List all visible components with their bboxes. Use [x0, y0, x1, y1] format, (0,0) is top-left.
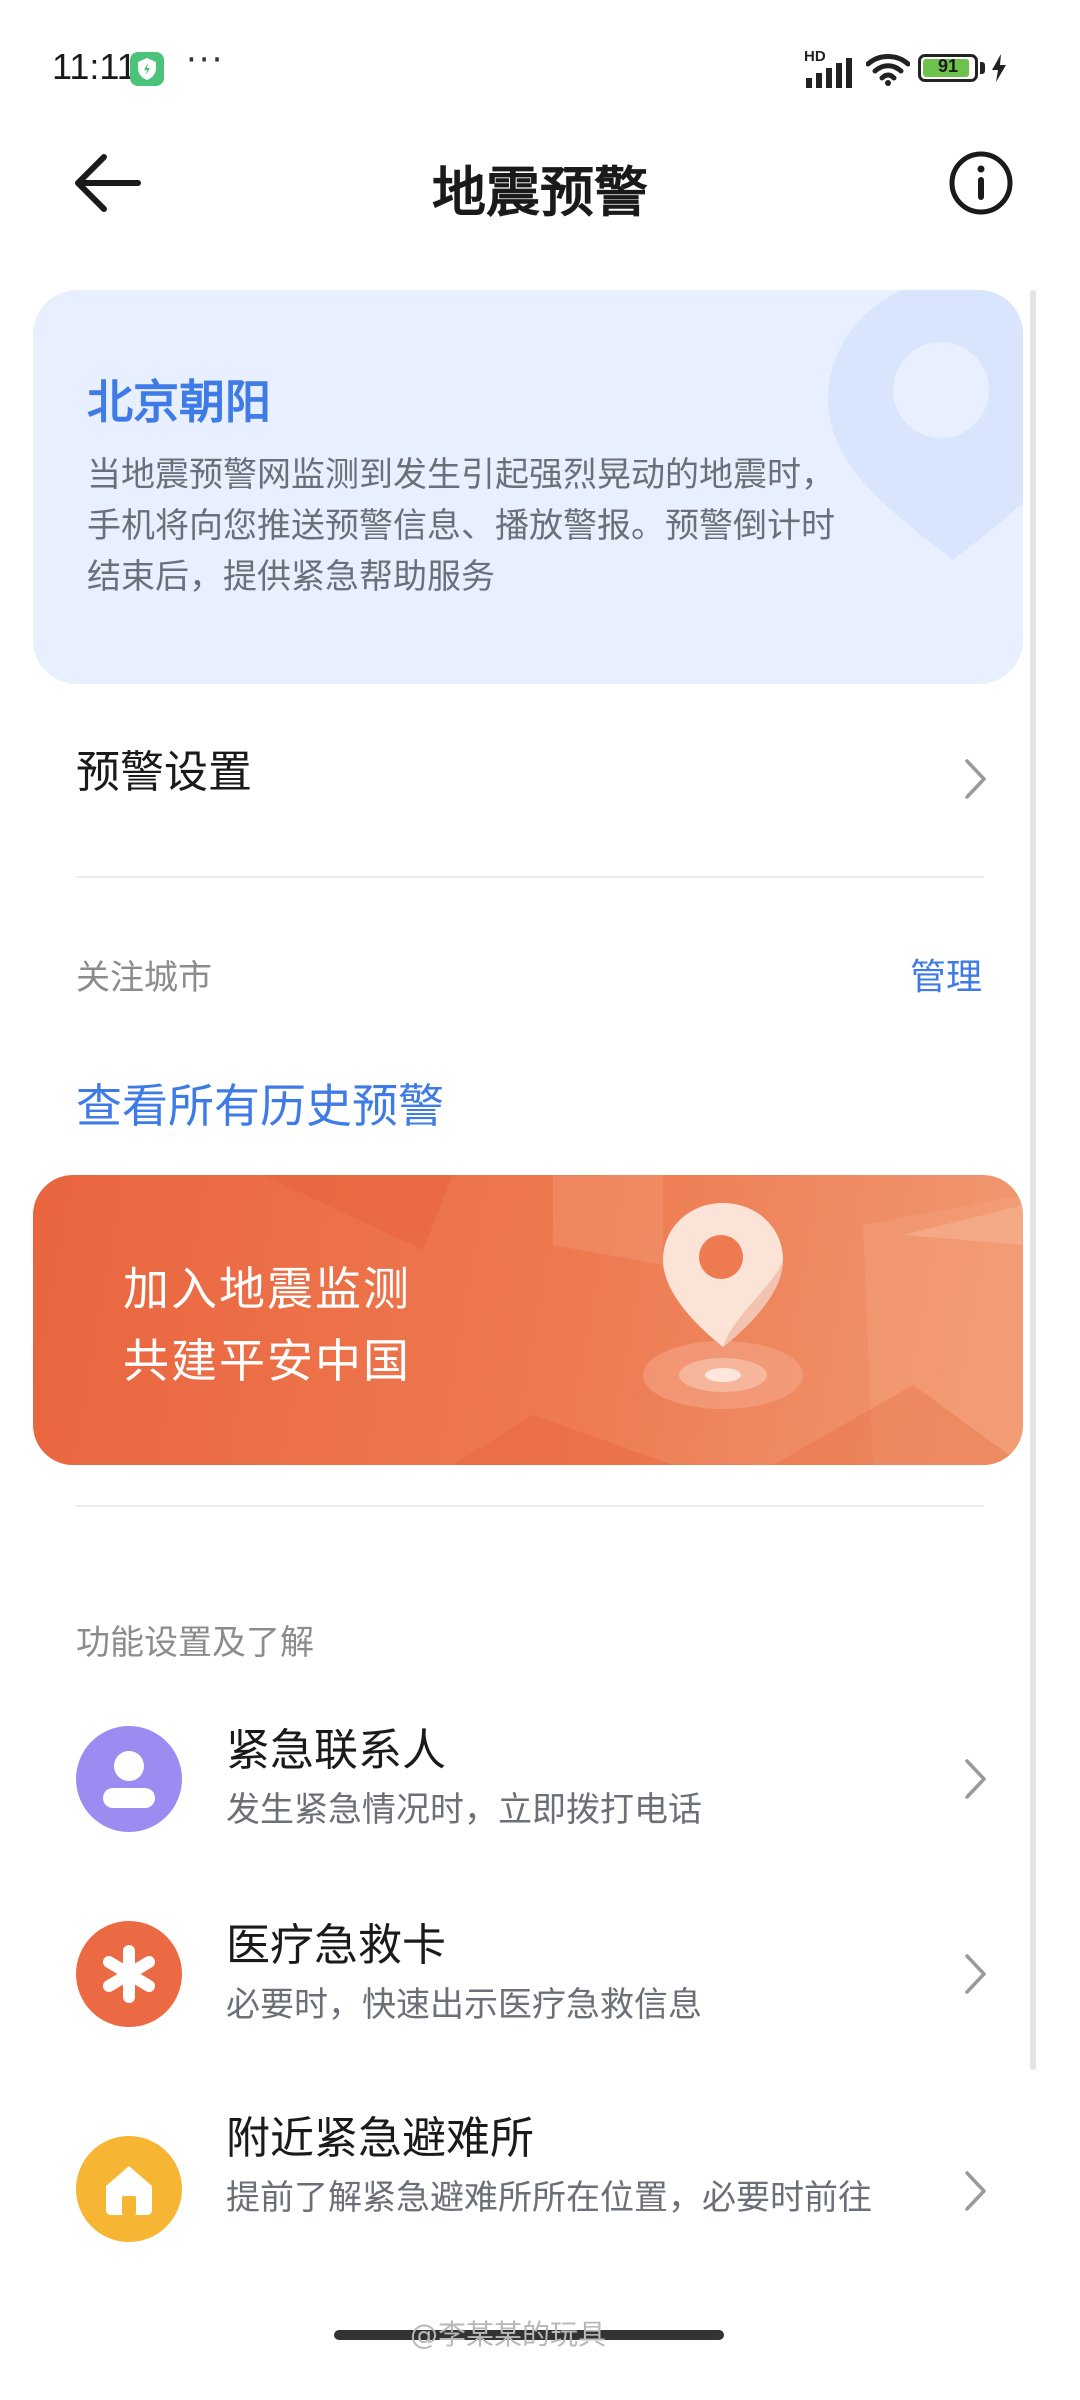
- func-title: 紧急联系人: [226, 1725, 446, 1776]
- charging-bolt-icon: [992, 54, 1006, 82]
- security-shield-icon: [130, 52, 164, 86]
- func-title: 医疗急救卡: [226, 1920, 446, 1971]
- home-icon: [76, 2136, 182, 2242]
- warning-settings-label: 预警设置: [76, 747, 252, 798]
- scrollbar[interactable]: [1030, 290, 1036, 2070]
- status-time: 11:11: [52, 46, 137, 87]
- chevron-right-icon: [965, 759, 986, 799]
- functions-section-label: 功能设置及了解: [76, 1623, 314, 1663]
- page-title: 地震预警: [432, 161, 648, 224]
- signal-icon: [806, 58, 852, 88]
- status-bar: 11:11 ··· HD 91: [0, 0, 1080, 135]
- chevron-right-icon: [965, 2171, 986, 2211]
- emergency-contact-item[interactable]: 紧急联系人 发生紧急情况时，立即拨打电话: [76, 1690, 986, 1870]
- location-name: 北京朝阳: [87, 375, 271, 429]
- asterisk-icon: [76, 1921, 182, 2027]
- emergency-shelter-item[interactable]: 附近紧急避难所 提前了解紧急避难所所在位置，必要时前往: [76, 2080, 986, 2300]
- func-title: 附近紧急避难所: [226, 2113, 534, 2164]
- manage-link[interactable]: 管理: [910, 948, 982, 1000]
- battery-level: 91: [937, 56, 959, 76]
- battery-cap: [980, 62, 985, 74]
- status-more-icon: ···: [186, 40, 225, 80]
- info-circle-icon: [949, 151, 1013, 215]
- battery-icon: 91: [918, 54, 978, 82]
- banner-decoration: [263, 1175, 1023, 1465]
- watermark: @李某某的玩具: [410, 2318, 607, 2351]
- location-card: 北京朝阳 当地震预警网监测到发生引起强烈晃动的地震时，手机将向您推送预警信息、播…: [33, 290, 1023, 684]
- followed-cities-label: 关注城市: [76, 958, 212, 998]
- divider: [76, 876, 984, 878]
- location-description: 当地震预警网监测到发生引起强烈晃动的地震时，手机将向您推送预警信息、播放警报。预…: [87, 455, 835, 597]
- info-button[interactable]: [948, 150, 1014, 216]
- func-subtitle: 必要时，快速出示医疗急救信息: [226, 1985, 702, 2025]
- person-icon: [76, 1726, 182, 1832]
- join-monitoring-banner[interactable]: 加入地震监测 共建平安中国: [33, 1175, 1023, 1465]
- wifi-icon: [866, 54, 910, 86]
- func-subtitle: 发生紧急情况时，立即拨打电话: [226, 1790, 702, 1830]
- func-subtitle: 提前了解紧急避难所所在位置，必要时前往: [226, 2178, 872, 2218]
- chevron-right-icon: [965, 1759, 986, 1799]
- banner-line-2: 共建平安中国: [123, 1334, 411, 1388]
- warning-settings-row[interactable]: 预警设置: [76, 720, 986, 840]
- banner-line-1: 加入地震监测: [123, 1262, 411, 1316]
- medical-card-item[interactable]: 医疗急救卡 必要时，快速出示医疗急救信息: [76, 1885, 986, 2065]
- chevron-right-icon: [965, 1954, 986, 1994]
- divider: [76, 1505, 984, 1507]
- history-warnings-link[interactable]: 查看所有历史预警: [76, 1070, 444, 1136]
